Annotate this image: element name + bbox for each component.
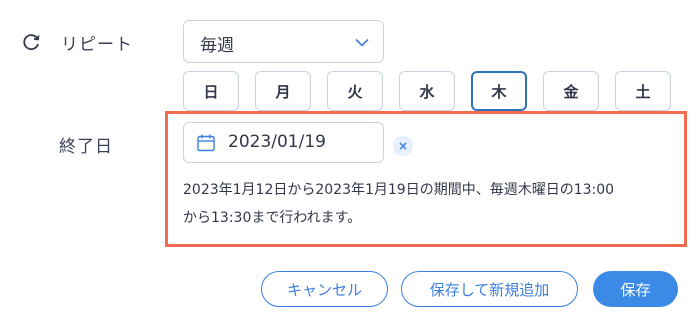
highlight-box xyxy=(165,111,687,247)
save-button[interactable]: 保存 xyxy=(593,271,678,307)
day-button-mon[interactable]: 月 xyxy=(255,71,311,111)
repeat-frequency-value: 毎週 xyxy=(200,36,234,56)
day-button-sun[interactable]: 日 xyxy=(183,71,239,111)
day-button-thu[interactable]: 木 xyxy=(471,71,527,111)
repeat-label: リピート xyxy=(61,35,133,55)
day-button-wed[interactable]: 水 xyxy=(399,71,455,111)
day-button-sat[interactable]: 土 xyxy=(615,71,671,111)
chevron-down-icon xyxy=(355,38,369,47)
repeat-icon xyxy=(23,34,40,51)
day-button-tue[interactable]: 火 xyxy=(327,71,383,111)
repeat-frequency-select[interactable]: 毎週 xyxy=(183,20,384,63)
day-button-fri[interactable]: 金 xyxy=(543,71,599,111)
end-date-label: 終了日 xyxy=(59,137,113,157)
cancel-button[interactable]: キャンセル xyxy=(261,271,388,307)
save-and-add-new-button[interactable]: 保存して新規追加 xyxy=(401,271,578,307)
